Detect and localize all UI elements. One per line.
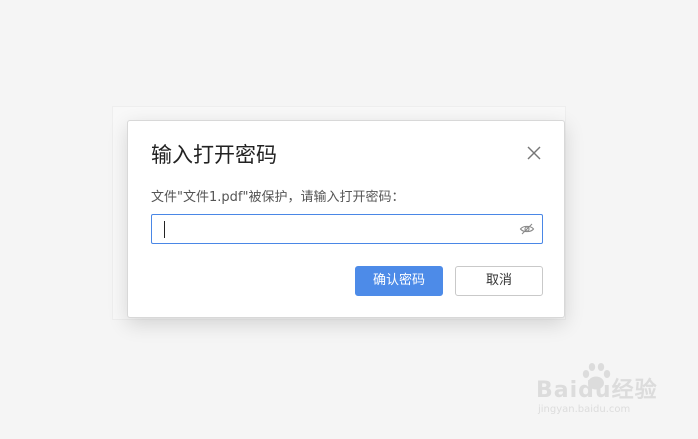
watermark-url: jingyan.baidu.com [538, 404, 631, 415]
password-input[interactable] [158, 217, 508, 241]
close-button[interactable] [525, 144, 543, 162]
eye-hidden-icon[interactable] [519, 221, 535, 237]
baidu-jingyan-watermark: Baidu经验 jingyan.baidu.com [532, 360, 692, 430]
text-caret [164, 221, 165, 238]
password-dialog: 输入打开密码 文件"文件1.pdf"被保护，请输入打开密码： 确认密码 取消 [127, 120, 565, 318]
password-field[interactable] [151, 214, 543, 244]
paw-icon [582, 363, 611, 390]
dialog-title: 输入打开密码 [151, 143, 277, 167]
cancel-button[interactable]: 取消 [455, 266, 543, 296]
password-prompt: 文件"文件1.pdf"被保护，请输入打开密码： [151, 190, 405, 205]
close-icon [527, 146, 541, 160]
confirm-password-button[interactable]: 确认密码 [355, 266, 443, 296]
